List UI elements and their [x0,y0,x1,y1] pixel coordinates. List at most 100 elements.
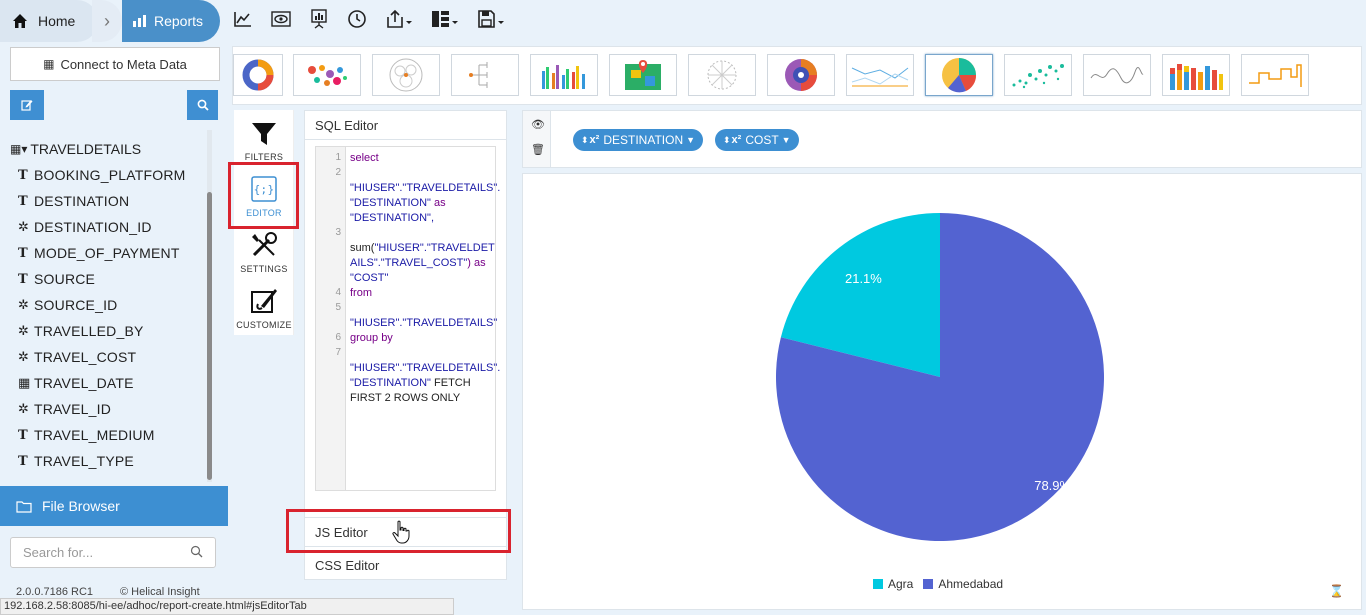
file-search-placeholder: Search for... [23,545,94,560]
field-item[interactable]: T SOURCE [10,266,205,292]
line-number: 5 [335,302,341,313]
copyright-text: © Helical Insight [120,586,200,598]
chart-type-bubble[interactable] [293,54,361,96]
sidebar-scrollbar[interactable] [207,130,212,482]
pie-data-label: 21.1% [845,271,882,286]
chart-type-tree[interactable] [451,54,519,96]
chart-type-wave[interactable] [1083,54,1151,96]
save-icon[interactable] [476,6,506,32]
field-item[interactable]: T BOOKING_PLATFORM [10,162,205,188]
breadcrumb-home[interactable]: Home [0,0,98,42]
presentation-icon[interactable] [308,6,330,32]
css-editor-tab[interactable]: CSS Editor [305,553,506,581]
status-bar-url: 192.168.2.58:8085/hi-ee/adhoc/report-cre… [0,598,454,615]
breadcrumb-separator-icon: › [92,0,122,42]
cost-field-pill[interactable]: ⬍ x² COST ▼ [715,129,799,151]
filters-label: FILTERS [244,152,284,162]
sql-code-editor[interactable]: 1 2 3 4 5 6 7 select "HIUSER"."TRAVELDET… [315,146,500,491]
field-item[interactable]: T TRAVEL_TYPE [10,448,205,474]
field-item[interactable]: T DESTINATION [10,188,205,214]
export-icon[interactable] [384,6,414,32]
connect-meta-data-label: Connect to Meta Data [60,56,187,72]
chart-type-line[interactable] [846,54,914,96]
chart-type-pie[interactable] [925,54,993,96]
sql-text: FIRST 2 ROWS ONLY [350,392,461,404]
filters-tool[interactable]: FILTERS [234,110,294,166]
table-node-label: TRAVELDETAILS [30,141,142,157]
chart-type-strip [232,46,1362,105]
numeric-type-icon: ✲ [18,401,30,417]
text-type-icon: T [18,427,28,443]
multi-line-chart-icon [851,67,909,87]
chart-type-bar[interactable] [530,54,598,96]
calendar-icon: ▦ [18,375,31,391]
destination-pill-label: DESTINATION [603,133,684,147]
hourglass-icon: ⌛ [1329,584,1344,598]
field-item[interactable]: ▦ TRAVEL_DATE [10,370,205,396]
chart-type-sunburst[interactable] [767,54,835,96]
stacked-bar-icon [1170,64,1223,90]
fields-bar-side: 👁 🗑 [523,111,551,167]
numeric-type-icon: ✲ [18,297,30,313]
line-number: 4 [335,287,341,298]
text-type-icon: T [18,193,28,209]
customize-tool[interactable]: CUSTOMIZE [234,278,294,334]
customize-label: CUSTOMIZE [236,320,292,330]
line-chart-icon[interactable] [232,6,254,32]
layout-icon[interactable] [430,6,460,32]
table-icon: ▦ [43,57,55,71]
breadcrumb-reports-label: Reports [154,13,204,29]
trash-icon[interactable]: 🗑 [531,143,545,156]
edit-icon [21,100,33,111]
sql-code-text: select "HIUSER"."TRAVELDETAILS". "DESTIN… [350,151,500,406]
pill-prefix: x² [731,134,742,146]
radial-tree-icon [707,60,737,90]
sort-icon: ⬍ [723,134,731,145]
table-node[interactable]: ▦▾ TRAVELDETAILS [10,136,205,162]
scrollbar-thumb[interactable] [207,192,212,480]
field-item[interactable]: T TRAVEL_MEDIUM [10,422,205,448]
connect-meta-data-button[interactable]: ▦ Connect to Meta Data [10,47,220,81]
field-item[interactable]: ✲ DESTINATION_ID [10,214,205,240]
chart-type-circle-pack[interactable] [372,54,440,96]
settings-tool[interactable]: SETTINGS [234,222,294,278]
field-label: TRAVEL_MEDIUM [34,427,155,443]
chart-legend: Agra Ahmedabad [873,577,1003,591]
chart-type-step[interactable] [1241,54,1309,96]
field-item[interactable]: ✲ SOURCE_ID [10,292,205,318]
hand-pointer-icon [392,520,410,544]
destination-field-pill[interactable]: ⬍ x² DESTINATION ▼ [573,129,704,151]
edit-button[interactable] [10,90,44,120]
numeric-type-icon: ✲ [18,219,30,235]
field-item[interactable]: ✲ TRAVEL_COST [10,344,205,370]
field-label: TRAVEL_DATE [34,375,134,391]
legend-item[interactable]: Agra [873,577,913,591]
file-browser-button[interactable]: File Browser [0,486,228,526]
chart-type-radial[interactable] [688,54,756,96]
field-item[interactable]: T MODE_OF_PAYMENT [10,240,205,266]
sql-string: "HIUSER"."TRAVELDETAILS". [350,362,501,374]
history-icon[interactable] [346,6,368,32]
chart-type-map[interactable] [609,54,677,96]
editor-highlight-box [228,162,299,229]
sql-keyword: from [350,287,372,299]
chart-type-donut[interactable] [233,54,283,96]
pie-data-label: 78.9% [1034,478,1071,493]
field-label: TRAVEL_ID [34,401,112,417]
field-label: TRAVELLED_BY [34,323,144,339]
line-number-gutter: 1 2 3 4 5 6 7 [316,147,346,490]
chart-type-stacked-bar[interactable] [1162,54,1230,96]
search-icon [190,545,203,558]
preview-icon[interactable] [270,6,292,32]
field-item[interactable]: ✲ TRAVEL_ID [10,396,205,422]
legend-item[interactable]: Ahmedabad [923,577,1003,591]
text-type-icon: T [18,245,28,261]
eye-icon[interactable]: 👁 [531,118,545,131]
file-search-input[interactable]: Search for... [10,537,216,568]
field-item[interactable]: ✲ TRAVELLED_BY [10,318,205,344]
chart-type-scatter[interactable] [1004,54,1072,96]
sql-editor-tab[interactable]: SQL Editor [305,111,506,140]
search-button[interactable] [187,90,218,120]
legend-swatch [873,579,883,589]
breadcrumb-reports[interactable]: Reports [122,0,220,42]
